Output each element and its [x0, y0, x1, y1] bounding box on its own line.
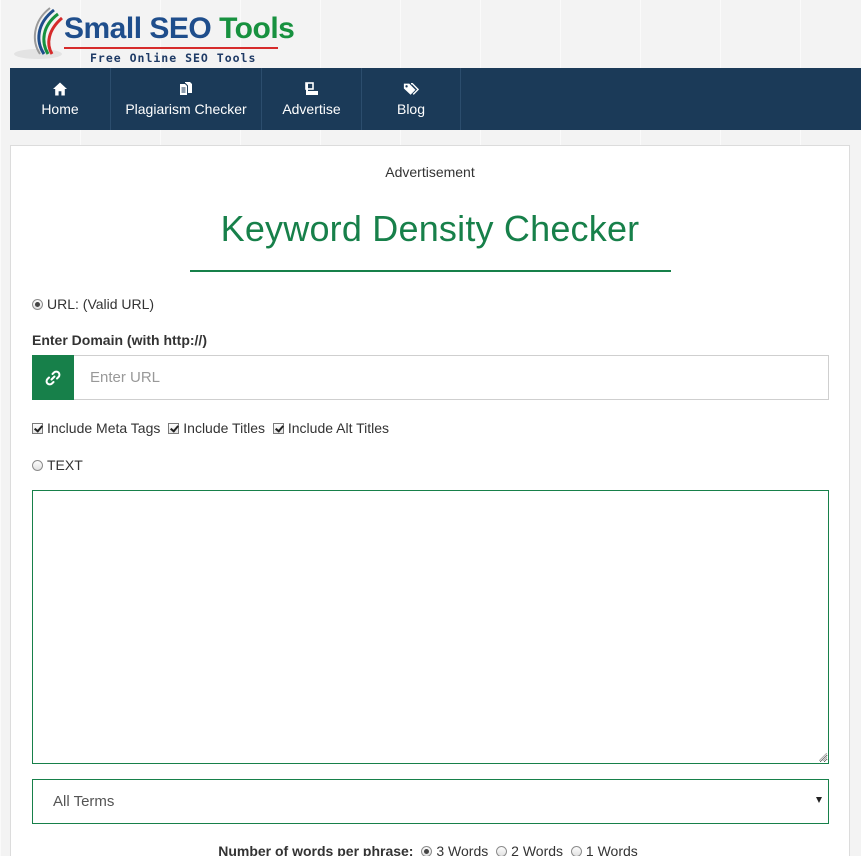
- tool-card: Advertisement Keyword Density Checker UR…: [10, 145, 850, 856]
- url-option-radio[interactable]: [32, 299, 43, 310]
- title-divider: [190, 270, 671, 272]
- site-logo[interactable]: Small SEO Tools Free Online SEO Tools: [14, 4, 295, 65]
- logo-tagline: Free Online SEO Tools: [90, 51, 257, 65]
- nav-item-home[interactable]: Home: [10, 68, 111, 130]
- include-alt-titles-checkbox[interactable]: [272, 423, 284, 434]
- words-option-3-radio[interactable]: [421, 846, 433, 856]
- page: Small SEO Tools Free Online SEO Tools Ho…: [0, 0, 861, 856]
- logo-underline: [64, 47, 278, 49]
- link-icon: [45, 370, 61, 385]
- terms-select[interactable]: All Terms: [32, 779, 829, 824]
- url-option[interactable]: URL: (Valid URL): [32, 296, 154, 312]
- words-option-1-radio[interactable]: [570, 846, 582, 856]
- text-option[interactable]: TEXT: [32, 457, 83, 473]
- url-addon: [32, 355, 74, 400]
- site-header: Small SEO Tools Free Online SEO Tools: [0, 0, 861, 68]
- logo-title: Small SEO Tools: [64, 12, 295, 45]
- domain-label: Enter Domain (with http://): [32, 332, 207, 348]
- main-navbar: Home Plagiarism Checker Advertise Blog: [10, 68, 861, 130]
- advertisement-label: Advertisement: [385, 164, 475, 180]
- words-option-1[interactable]: 1 Words: [570, 843, 638, 856]
- url-option-label: URL: (Valid URL): [47, 296, 155, 312]
- words-option-2-radio[interactable]: [496, 846, 508, 856]
- include-meta-tags-label: Include Meta Tags: [47, 420, 161, 436]
- text-option-label: TEXT: [47, 457, 83, 473]
- nav-item-label: Home: [41, 101, 79, 117]
- nav-item-label: Advertise: [282, 101, 341, 117]
- words-per-phrase: Number of words per phrase: 3 Words 2 Wo…: [11, 843, 849, 856]
- nav-item-advertise[interactable]: Advertise: [262, 68, 362, 130]
- words-option-2-label: 2 Words: [511, 843, 564, 856]
- words-option-3[interactable]: 3 Words: [421, 843, 488, 856]
- words-option-2[interactable]: 2 Words: [496, 843, 563, 856]
- nav-item-label: Blog: [396, 101, 426, 117]
- logo-title-part1: Small SEO: [64, 12, 212, 45]
- include-titles-checkbox[interactable]: [168, 423, 180, 434]
- include-meta-tags-checkbox[interactable]: [32, 423, 43, 434]
- url-input[interactable]: [74, 355, 829, 400]
- include-alt-titles-option[interactable]: Include Alt Titles: [272, 420, 390, 436]
- url-input-group: [32, 355, 829, 400]
- tags-icon: [403, 82, 419, 95]
- words-option-1-label: 1 Words: [585, 843, 638, 856]
- copy-documents-icon: [180, 82, 192, 95]
- billboard-icon: [304, 82, 318, 95]
- include-options: Include Meta Tags Include Titles Include…: [32, 420, 393, 436]
- nav-item-blog[interactable]: Blog: [362, 68, 461, 130]
- page-title: Keyword Density Checker: [220, 208, 640, 249]
- include-titles-option[interactable]: Include Titles: [168, 420, 265, 436]
- dropdown-arrow-icon: [816, 797, 822, 803]
- text-option-radio[interactable]: [32, 460, 43, 471]
- text-input-area[interactable]: [32, 490, 829, 764]
- include-alt-titles-label: Include Alt Titles: [287, 420, 390, 436]
- words-per-phrase-label: Number of words per phrase:: [218, 843, 414, 856]
- words-option-3-label: 3 Words: [436, 843, 489, 856]
- include-titles-label: Include Titles: [183, 420, 265, 436]
- logo-title-part2: Tools: [219, 12, 295, 45]
- nav-item-label: Plagiarism Checker: [125, 101, 247, 117]
- terms-select-value: All Terms: [53, 793, 115, 810]
- include-meta-tags-option[interactable]: Include Meta Tags: [32, 420, 160, 436]
- home-icon: [53, 82, 67, 96]
- nav-item-plagiarism-checker[interactable]: Plagiarism Checker: [111, 68, 262, 130]
